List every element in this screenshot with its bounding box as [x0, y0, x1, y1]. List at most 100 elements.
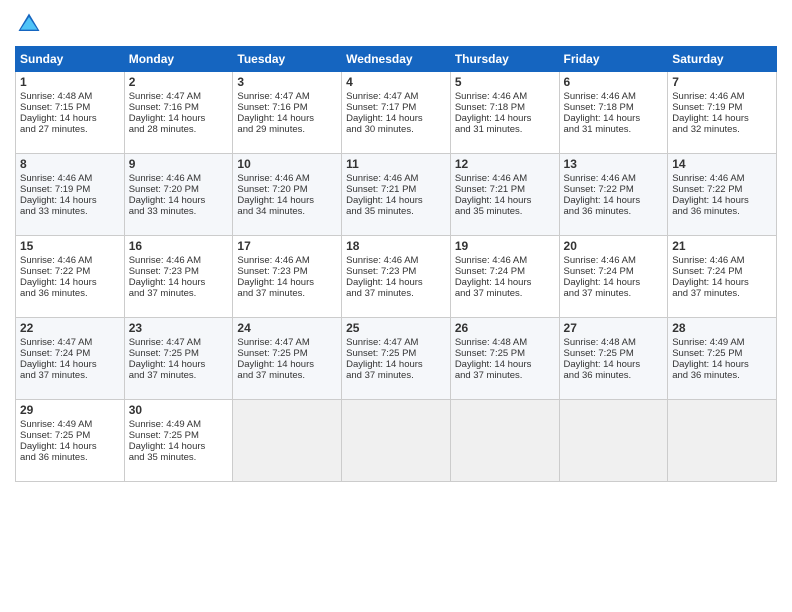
cell-line: Sunset: 7:25 PM	[129, 348, 229, 359]
cell-line: Sunrise: 4:46 AM	[455, 173, 555, 184]
cell-line: Daylight: 14 hours	[564, 277, 664, 288]
cell-line: and 27 minutes.	[20, 124, 120, 135]
calendar-cell: 14Sunrise: 4:46 AMSunset: 7:22 PMDayligh…	[668, 154, 777, 236]
cell-line: Sunrise: 4:46 AM	[564, 91, 664, 102]
cell-line: and 37 minutes.	[672, 288, 772, 299]
cell-line: Sunset: 7:25 PM	[129, 430, 229, 441]
cell-line: and 37 minutes.	[455, 370, 555, 381]
logo	[15, 10, 47, 38]
cell-line: Daylight: 14 hours	[129, 195, 229, 206]
calendar-week-2: 8Sunrise: 4:46 AMSunset: 7:19 PMDaylight…	[16, 154, 777, 236]
cell-line: Sunset: 7:22 PM	[672, 184, 772, 195]
cell-line: Daylight: 14 hours	[346, 113, 446, 124]
cell-line: Sunrise: 4:47 AM	[20, 337, 120, 348]
day-number: 17	[237, 239, 337, 253]
day-header-saturday: Saturday	[668, 47, 777, 72]
cell-line: Sunrise: 4:46 AM	[20, 255, 120, 266]
cell-line: and 37 minutes.	[237, 370, 337, 381]
cell-line: Sunset: 7:25 PM	[455, 348, 555, 359]
cell-line: and 36 minutes.	[20, 288, 120, 299]
cell-line: Sunset: 7:25 PM	[564, 348, 664, 359]
cell-line: and 37 minutes.	[564, 288, 664, 299]
cell-line: Sunset: 7:25 PM	[672, 348, 772, 359]
cell-line: Daylight: 14 hours	[237, 359, 337, 370]
cell-line: Sunset: 7:23 PM	[346, 266, 446, 277]
cell-line: Sunset: 7:21 PM	[346, 184, 446, 195]
cell-line: Daylight: 14 hours	[346, 277, 446, 288]
calendar-cell	[233, 400, 342, 482]
cell-line: Sunrise: 4:47 AM	[129, 91, 229, 102]
cell-line: Sunrise: 4:46 AM	[564, 255, 664, 266]
cell-line: and 35 minutes.	[346, 206, 446, 217]
day-number: 7	[672, 75, 772, 89]
cell-line: Daylight: 14 hours	[20, 359, 120, 370]
calendar-week-5: 29Sunrise: 4:49 AMSunset: 7:25 PMDayligh…	[16, 400, 777, 482]
cell-line: Daylight: 14 hours	[564, 359, 664, 370]
calendar-cell: 10 Sunrise: 4:46 AMSunset: 7:20 PMDayligh…	[233, 154, 342, 236]
cell-line: and 36 minutes.	[564, 206, 664, 217]
cell-line: Sunrise: 4:46 AM	[237, 173, 337, 184]
calendar-table: SundayMondayTuesdayWednesdayThursdayFrid…	[15, 46, 777, 482]
day-number: 20	[564, 239, 664, 253]
day-number: 15	[20, 239, 120, 253]
cell-line: Sunset: 7:20 PM	[237, 184, 337, 195]
day-number: 21	[672, 239, 772, 253]
cell-line: Sunset: 7:24 PM	[20, 348, 120, 359]
day-number: 25	[346, 321, 446, 335]
cell-line: Daylight: 14 hours	[20, 113, 120, 124]
cell-line: and 34 minutes.	[237, 206, 337, 217]
calendar-cell: 24Sunrise: 4:47 AMSunset: 7:25 PMDayligh…	[233, 318, 342, 400]
cell-line: Sunset: 7:25 PM	[346, 348, 446, 359]
logo-icon	[15, 10, 43, 38]
cell-line: and 37 minutes.	[129, 288, 229, 299]
cell-line: and 29 minutes.	[237, 124, 337, 135]
cell-line: Sunrise: 4:46 AM	[346, 255, 446, 266]
calendar-cell: 23Sunrise: 4:47 AMSunset: 7:25 PMDayligh…	[124, 318, 233, 400]
cell-line: and 37 minutes.	[455, 288, 555, 299]
calendar-cell: 8Sunrise: 4:46 AMSunset: 7:19 PMDaylight…	[16, 154, 125, 236]
calendar-week-4: 22Sunrise: 4:47 AMSunset: 7:24 PMDayligh…	[16, 318, 777, 400]
day-number: 10	[237, 157, 337, 171]
cell-line: and 35 minutes.	[455, 206, 555, 217]
cell-line: Sunrise: 4:49 AM	[672, 337, 772, 348]
calendar-cell: 12Sunrise: 4:46 AMSunset: 7:21 PMDayligh…	[450, 154, 559, 236]
calendar-cell: 13Sunrise: 4:46 AMSunset: 7:22 PMDayligh…	[559, 154, 668, 236]
cell-line: and 36 minutes.	[564, 370, 664, 381]
day-number: 13	[564, 157, 664, 171]
day-number: 16	[129, 239, 229, 253]
cell-line: Daylight: 14 hours	[237, 195, 337, 206]
day-number: 26	[455, 321, 555, 335]
calendar-cell: 22Sunrise: 4:47 AMSunset: 7:24 PMDayligh…	[16, 318, 125, 400]
cell-line: Sunset: 7:22 PM	[20, 266, 120, 277]
cell-line: Sunrise: 4:48 AM	[20, 91, 120, 102]
cell-line: Sunrise: 4:46 AM	[20, 173, 120, 184]
cell-line: Sunrise: 4:46 AM	[346, 173, 446, 184]
cell-line: Sunset: 7:24 PM	[455, 266, 555, 277]
day-number: 28	[672, 321, 772, 335]
cell-line: Sunrise: 4:47 AM	[237, 337, 337, 348]
cell-line: Sunset: 7:24 PM	[564, 266, 664, 277]
day-number: 24	[237, 321, 337, 335]
day-header-thursday: Thursday	[450, 47, 559, 72]
cell-line: Daylight: 14 hours	[455, 359, 555, 370]
cell-line: Sunset: 7:25 PM	[20, 430, 120, 441]
calendar-cell: 26Sunrise: 4:48 AMSunset: 7:25 PMDayligh…	[450, 318, 559, 400]
calendar-cell: 28Sunrise: 4:49 AMSunset: 7:25 PMDayligh…	[668, 318, 777, 400]
cell-line: Sunrise: 4:47 AM	[129, 337, 229, 348]
calendar-cell: 19Sunrise: 4:46 AMSunset: 7:24 PMDayligh…	[450, 236, 559, 318]
cell-line: Sunrise: 4:47 AM	[237, 91, 337, 102]
cell-line: Sunrise: 4:49 AM	[20, 419, 120, 430]
cell-line: Sunset: 7:20 PM	[129, 184, 229, 195]
cell-line: Daylight: 14 hours	[129, 359, 229, 370]
cell-line: Daylight: 14 hours	[20, 441, 120, 452]
calendar-cell: 3Sunrise: 4:47 AMSunset: 7:16 PMDaylight…	[233, 72, 342, 154]
calendar-cell: 16Sunrise: 4:46 AMSunset: 7:23 PMDayligh…	[124, 236, 233, 318]
day-number: 6	[564, 75, 664, 89]
cell-line: Daylight: 14 hours	[672, 277, 772, 288]
cell-line: and 31 minutes.	[455, 124, 555, 135]
cell-line: Sunset: 7:19 PM	[672, 102, 772, 113]
cell-line: and 36 minutes.	[672, 370, 772, 381]
cell-line: Sunset: 7:19 PM	[20, 184, 120, 195]
cell-line: Daylight: 14 hours	[564, 195, 664, 206]
day-header-monday: Monday	[124, 47, 233, 72]
